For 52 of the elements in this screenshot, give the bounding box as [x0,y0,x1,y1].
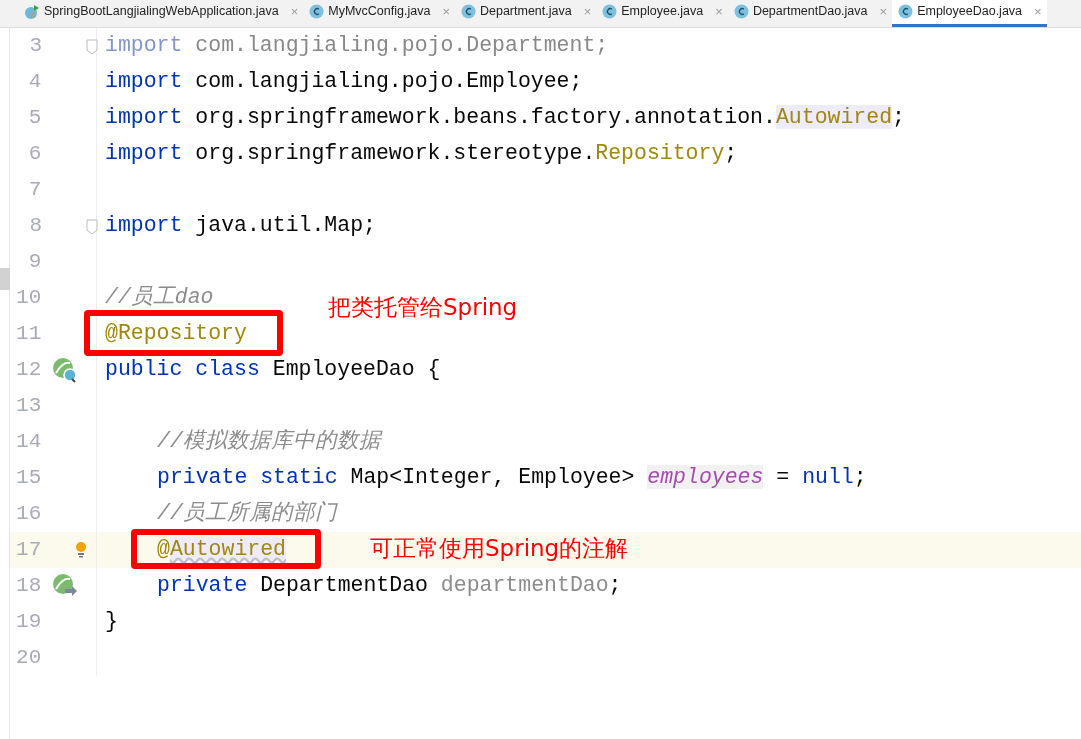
code-line: } [105,610,118,634]
line-number: 7 [27,177,42,204]
line-number: 18 [15,573,42,600]
class-icon [602,4,618,19]
line-number: 17 [15,537,42,564]
line-number: 14 [15,429,42,456]
line-number: 10 [15,285,42,312]
lightbulb-icon[interactable] [74,541,89,559]
line-number: 4 [27,69,42,96]
file-tab[interactable]: MyMvcConfig.java × [303,0,455,27]
fold-icon[interactable] [86,38,98,55]
line-number: 8 [28,213,42,240]
file-tab[interactable]: Department.java × [454,0,597,27]
code-line: @Autowired [157,538,287,562]
bean-icon[interactable] [51,357,78,383]
code-line: public class EmployeeDao { [105,358,441,382]
line-number: 5 [27,105,42,132]
class-icon [898,4,914,19]
file-tab[interactable]: DepartmentDao.java × [727,0,893,27]
bean-icon[interactable] [51,573,78,599]
line-number: 15 [15,465,42,492]
code-comment: //员工所属的部门 [157,502,337,526]
code-line: import com.langjialing.pojo.Department; [105,34,609,58]
code-line: import java.util.Map; [105,214,376,238]
line-number: 19 [15,609,42,636]
line-number: 6 [27,141,42,168]
annotation-text: 可正常使用Spring的注解 [370,534,629,563]
file-tab[interactable]: SpringBootLangjialingWebApplication.java × [18,0,304,27]
line-number: 16 [15,501,42,528]
file-tab[interactable]: EmployeeDao.java × [892,0,1047,27]
line-number: 13 [15,393,42,420]
line-number: 3 [28,33,42,60]
file-tab[interactable]: Employee.java × [596,0,728,27]
class-icon [309,4,325,19]
code-comment: //员工dao [105,286,214,310]
code-line: @Repository [105,322,247,346]
code-line: import com.langjialing.pojo.Employee; [105,70,583,94]
line-number: 12 [15,357,42,384]
scrollbar-thumb[interactable] [0,268,10,290]
line-number: 20 [15,645,42,672]
code-line: import org.springframework.beans.factory.annotation.Autowired; [105,106,905,130]
fold-icon[interactable] [86,218,98,235]
class-run-icon [24,3,40,20]
code-line: private DepartmentDao departmentDao; [157,574,622,598]
line-number: 11 [15,321,42,348]
class-icon [733,4,749,19]
line-number: 9 [27,249,42,276]
class-icon [460,4,476,19]
annotation-text: 把类托管给Spring [328,293,518,322]
code-line: private static Map<Integer, Employee> employees = null; [157,466,867,490]
code-line: import org.springframework.stereotype.Repository; [105,142,738,166]
code-comment: //模拟数据库中的数据 [157,430,381,454]
